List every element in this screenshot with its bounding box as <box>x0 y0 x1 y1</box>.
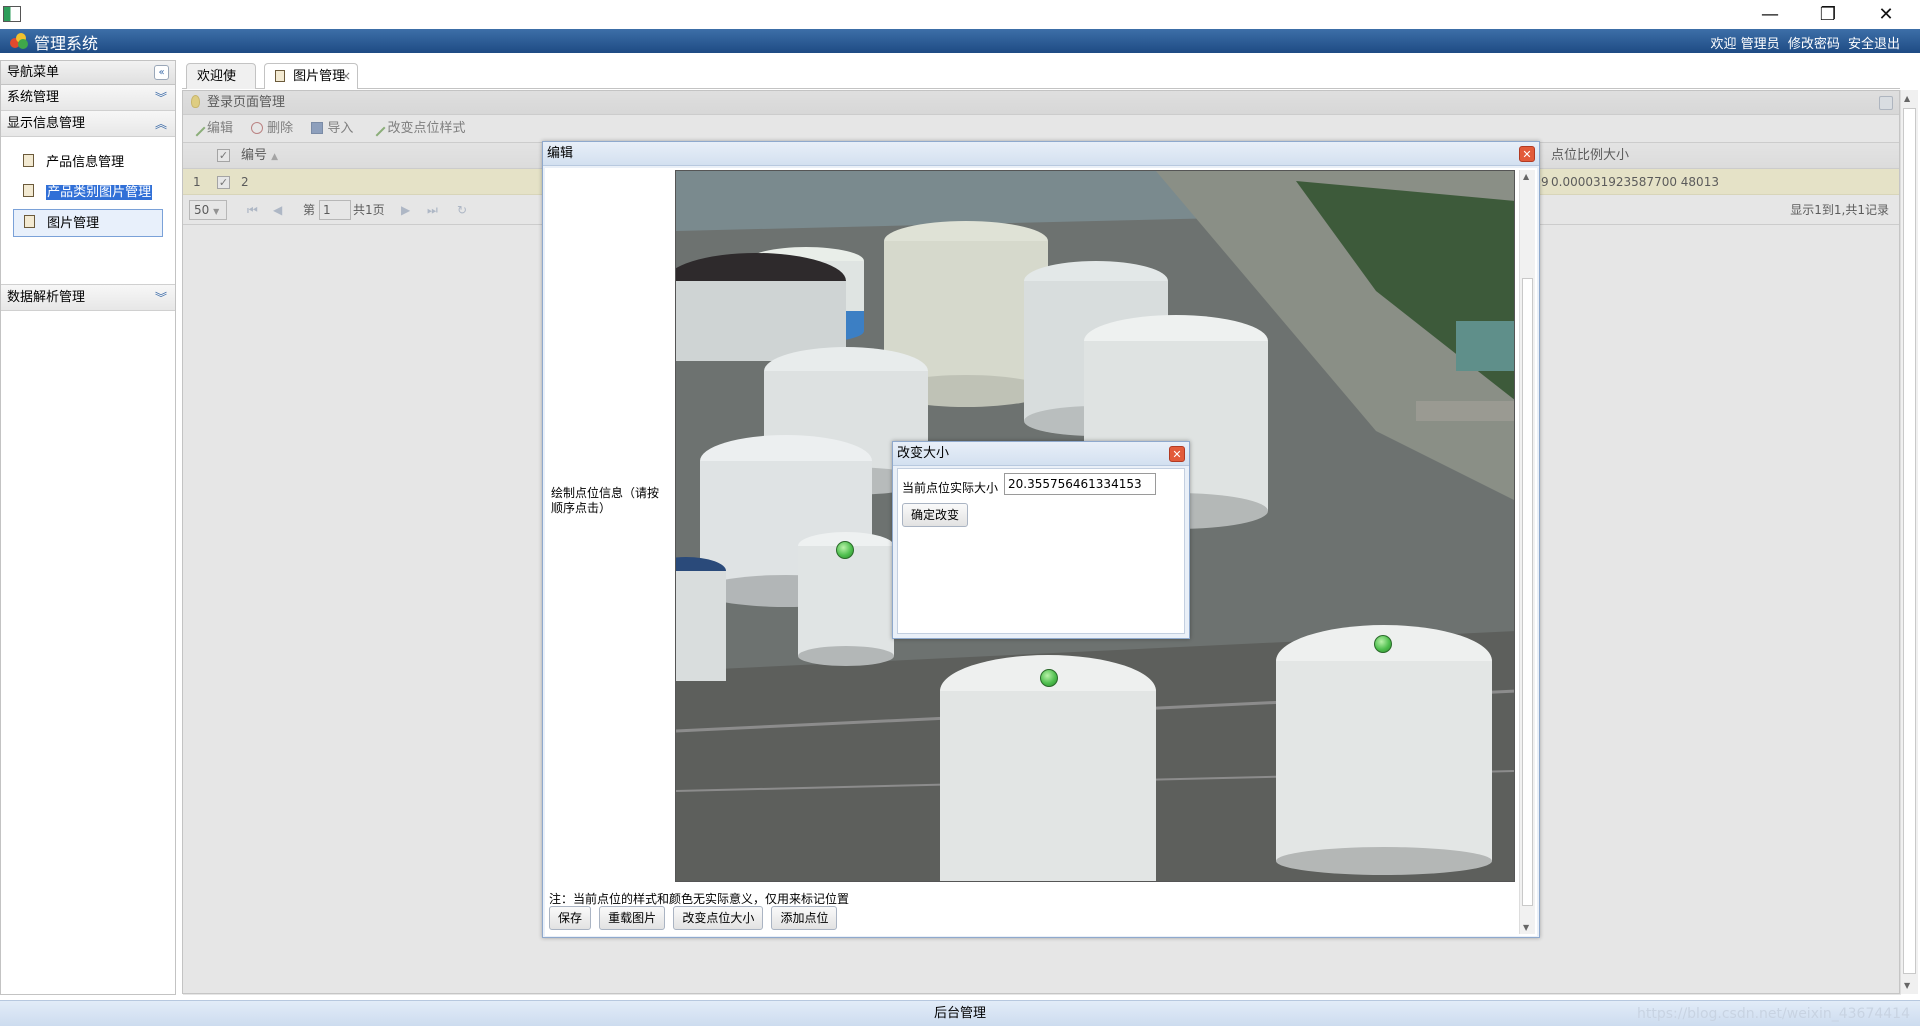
header-links: 欢迎 管理员 修改密码 安全退出 <box>1707 33 1900 52</box>
sidebar-item-category-images[interactable]: 产品类别图片管理 <box>13 179 163 207</box>
scroll-down-icon[interactable]: ▼ <box>1904 981 1910 990</box>
section-label: 显示信息管理 <box>7 116 86 131</box>
reload-image-button[interactable]: 重载图片 <box>599 906 666 930</box>
app-header: 管理系统 欢迎 管理员 修改密码 安全退出 <box>0 29 1920 53</box>
nav-title: 导航菜单 <box>7 65 60 80</box>
maximize-button[interactable]: ❐ <box>1799 0 1857 29</box>
change-point-size-button[interactable]: 改变点位大小 <box>673 906 764 930</box>
document-icon <box>24 215 35 228</box>
tab-welcome[interactable]: 欢迎使用 <box>186 63 256 109</box>
tab-label: 图片管理 <box>293 69 346 84</box>
close-icon[interactable]: ✕ <box>1169 446 1185 462</box>
footer: 后台管理 https://blog.csdn.net/weixin_436744… <box>0 1000 1920 1026</box>
document-icon <box>23 154 34 167</box>
tab-close-icon[interactable]: × <box>341 64 351 89</box>
add-point-button[interactable]: 添加点位 <box>771 906 838 930</box>
point-size-input[interactable] <box>1004 473 1156 495</box>
document-icon <box>275 69 285 82</box>
nav-header: 导航菜单 « <box>1 61 175 85</box>
sidebar-item-label: 产品信息管理 <box>46 155 125 170</box>
sidebar-section-system[interactable]: 系统管理 ︾ <box>1 85 175 111</box>
sidebar: 导航菜单 « 系统管理 ︾ 显示信息管理 ︽ 产品信息管理 产品类别图片管理 图… <box>0 60 176 995</box>
chevron-down-icon: ︾ <box>154 91 167 105</box>
scroll-up-icon[interactable]: ▲ <box>1523 172 1529 181</box>
scrollbar-thumb[interactable] <box>1903 108 1916 974</box>
save-button[interactable]: 保存 <box>549 906 592 930</box>
resize-dialog-title: 改变大小 <box>897 446 950 461</box>
resize-dialog-titlebar[interactable]: 改变大小 ✕ <box>893 442 1189 466</box>
change-password-link[interactable]: 修改密码 <box>1788 37 1840 52</box>
close-icon[interactable]: ✕ <box>1519 146 1535 162</box>
window-close-button[interactable]: ✕ <box>1857 0 1915 29</box>
point-size-label: 当前点位实际大小 <box>902 481 999 495</box>
edit-dialog-title: 编辑 <box>547 146 574 161</box>
watermark-text: https://blog.csdn.net/weixin_43674414 <box>1636 1006 1910 1022</box>
section-label: 系统管理 <box>7 90 60 105</box>
chevron-up-icon: ︽ <box>154 117 167 131</box>
resize-dialog: 改变大小 ✕ 当前点位实际大小 确定改变 <box>892 441 1190 639</box>
collapse-sidebar-button[interactable]: « <box>154 65 169 80</box>
tab-strip: 欢迎使用 图片管理 × <box>182 60 1900 109</box>
footer-text: 后台管理 <box>933 1006 986 1021</box>
window-titlebar: — ❐ ✕ <box>0 0 1920 29</box>
dialog-scrollbar[interactable]: ▲ ▼ <box>1519 170 1535 934</box>
sidebar-item-image-management[interactable]: 图片管理 <box>13 209 163 237</box>
dialog-button-bar: 保存 重载图片 改变点位大小 添加点位 <box>549 906 841 930</box>
point-marker[interactable] <box>836 541 854 559</box>
sidebar-item-label: 图片管理 <box>47 216 100 231</box>
confirm-change-button[interactable]: 确定改变 <box>902 503 969 527</box>
scroll-down-icon[interactable]: ▼ <box>1523 923 1529 932</box>
logo-icon <box>10 33 28 49</box>
minimize-button[interactable]: — <box>1741 0 1799 29</box>
tab-image-management[interactable]: 图片管理 × <box>264 63 358 89</box>
section-label: 数据解析管理 <box>7 290 86 305</box>
point-marker[interactable] <box>1374 635 1392 653</box>
resize-dialog-body: 当前点位实际大小 确定改变 <box>897 468 1185 634</box>
sidebar-item-product-info[interactable]: 产品信息管理 <box>13 149 163 177</box>
note-text: 注：当前点位的样式和颜色无实际意义，仅用来标记位置 <box>549 892 850 906</box>
scrollbar-thumb[interactable] <box>1522 278 1533 906</box>
app-window-icon <box>3 6 21 22</box>
sidebar-section-display[interactable]: 显示信息管理 ︽ <box>1 111 175 137</box>
scroll-up-icon[interactable]: ▲ <box>1904 94 1910 103</box>
document-icon <box>23 184 34 197</box>
point-marker[interactable] <box>1040 669 1058 687</box>
draw-points-label: 绘制点位信息（请按顺序点击） <box>551 486 660 515</box>
logout-link[interactable]: 安全退出 <box>1848 37 1900 52</box>
app-title: 管理系统 <box>34 34 99 53</box>
edit-dialog-titlebar[interactable]: 编辑 ✕ <box>543 142 1539 166</box>
sidebar-section-data-parsing[interactable]: 数据解析管理 ︾ <box>1 285 175 311</box>
sidebar-section-display-body: 产品信息管理 产品类别图片管理 图片管理 <box>1 137 175 285</box>
chevron-down-icon: ︾ <box>154 291 167 305</box>
sidebar-item-label: 产品类别图片管理 <box>46 185 153 200</box>
welcome-text: 欢迎 管理员 <box>1710 37 1780 52</box>
page-scrollbar[interactable]: ▲ ▼ <box>1900 90 1918 994</box>
